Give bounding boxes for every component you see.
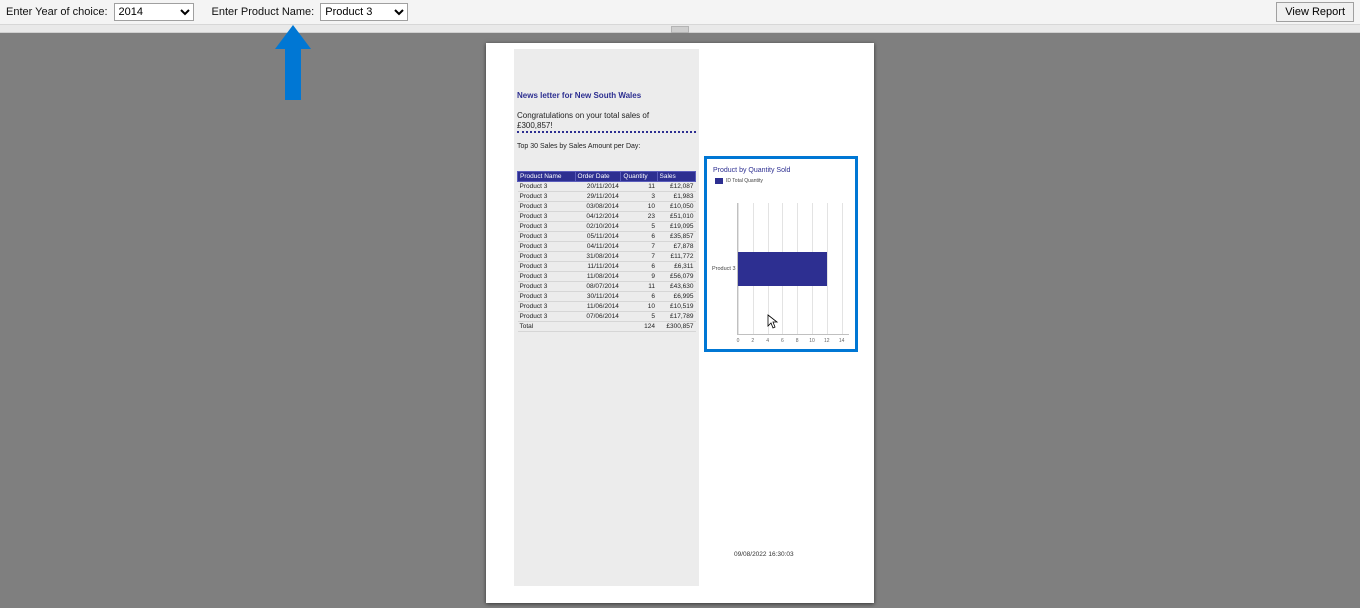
- table-row: Product 330/11/20146£6,995: [518, 292, 696, 302]
- chart-plot: Product 3 02468101214: [737, 203, 849, 335]
- chart-gridline: [827, 203, 828, 334]
- product-label: Enter Product Name:: [212, 6, 315, 18]
- year-label: Enter Year of choice:: [6, 6, 108, 18]
- chart-xtick: 0: [737, 338, 740, 344]
- top30-heading: Top 30 Sales by Sales Amount per Day:: [517, 143, 640, 150]
- divider-dotted: [517, 131, 696, 133]
- chart-xtick: 2: [751, 338, 754, 344]
- congrats-line1: Congratulations on your total sales of: [517, 111, 649, 120]
- sales-table: Product Name Order Date Quantity Sales P…: [517, 171, 696, 332]
- chart-bar: [738, 252, 827, 286]
- chart-legend: ID Total Quantity: [715, 178, 855, 184]
- chart-xtick: 6: [781, 338, 784, 344]
- congrats-line2: £300,857!: [517, 121, 553, 130]
- col-sales: Sales: [657, 172, 695, 182]
- chart-xtick: 8: [796, 338, 799, 344]
- table-row: Product 311/06/201410£10,519: [518, 302, 696, 312]
- chart-xtick: 10: [809, 338, 815, 344]
- report-page: News letter for New South Wales Congratu…: [486, 43, 874, 603]
- product-select[interactable]: Product 3: [320, 3, 408, 21]
- col-qty: Quantity: [621, 172, 657, 182]
- chart-xtick: 14: [839, 338, 845, 344]
- table-row: Product 304/11/20147£7,878: [518, 242, 696, 252]
- congrats-text: Congratulations on your total sales of £…: [517, 111, 693, 131]
- table-row: Product 307/06/20145£17,789: [518, 312, 696, 322]
- table-row: Product 304/12/201423£51,010: [518, 212, 696, 222]
- toolbar-strip: [0, 25, 1360, 33]
- table-row: Product 329/11/20143£1,983: [518, 192, 696, 202]
- legend-label: ID Total Quantity: [726, 178, 763, 184]
- table-row: Product 331/08/20147£11,772: [518, 252, 696, 262]
- view-report-button[interactable]: View Report: [1276, 2, 1354, 22]
- parameter-toolbar: Enter Year of choice: 2014 Enter Product…: [0, 0, 1360, 25]
- table-row: Product 303/08/201410£10,050: [518, 202, 696, 212]
- chart-xtick: 4: [766, 338, 769, 344]
- table-row: Product 311/11/20146£6,311: [518, 262, 696, 272]
- table-row: Product 302/10/20145£19,095: [518, 222, 696, 232]
- chart-card: Product by Quantity Sold ID Total Quanti…: [704, 156, 858, 352]
- legend-swatch: [715, 178, 723, 184]
- table-row: Product 305/11/20146£35,857: [518, 232, 696, 242]
- chart-ylabel: Product 3: [712, 266, 736, 272]
- chart-gridline: [842, 203, 843, 334]
- col-product: Product Name: [518, 172, 576, 182]
- table-row: Product 311/08/20149£56,079: [518, 272, 696, 282]
- footer-timestamp: 09/08/2022 16:30:03: [734, 551, 794, 558]
- year-select[interactable]: 2014: [114, 3, 194, 21]
- report-desk: News letter for New South Wales Congratu…: [0, 33, 1360, 608]
- chart-xtick: 12: [824, 338, 830, 344]
- table-row: Product 320/11/201411£12,087: [518, 182, 696, 192]
- col-date: Order Date: [575, 172, 621, 182]
- table-row: Product 308/07/201411£43,630: [518, 282, 696, 292]
- report-title: News letter for New South Wales: [517, 91, 641, 100]
- chart-title: Product by Quantity Sold: [713, 167, 855, 174]
- table-total-row: Total124£300,857: [518, 322, 696, 332]
